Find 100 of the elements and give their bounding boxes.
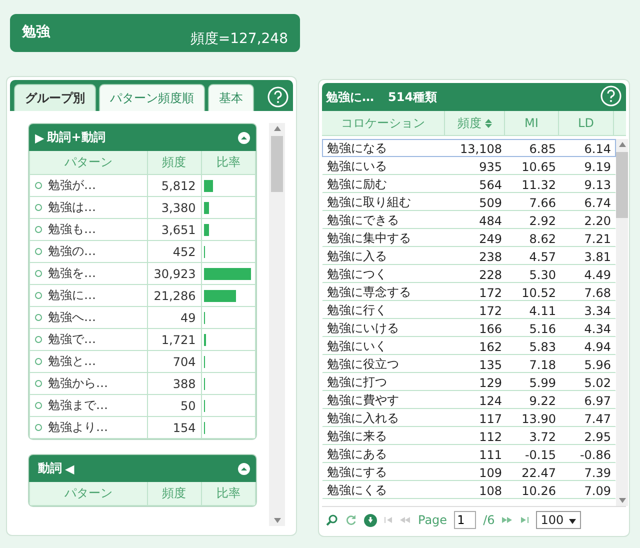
bullet-icon xyxy=(35,292,42,300)
download-icon[interactable] xyxy=(364,514,377,526)
table-row[interactable]: 勉強に集中する 249 8.62 7.21 xyxy=(322,229,616,247)
pattern-cell[interactable]: 勉強へ… xyxy=(30,306,148,328)
scroll-thumb[interactable] xyxy=(616,152,628,218)
number-cell-text: 112 xyxy=(478,430,503,444)
scroll-down-icon[interactable] xyxy=(618,498,626,503)
table-row[interactable]: 勉強に入れる 117 13.90 7.47 xyxy=(322,409,616,427)
number-cell-text: 6.97 xyxy=(583,394,612,408)
collocation-cell-text: 勉強にする xyxy=(326,464,388,481)
tab[interactable]: 基本 xyxy=(208,84,254,111)
pattern-cell[interactable]: 勉強で… xyxy=(30,328,148,350)
collapse-icon[interactable] xyxy=(238,132,250,144)
number-cell-text: 5.83 xyxy=(528,340,557,354)
number-cell-text: 228 xyxy=(478,268,503,282)
number-cell-text: 484 xyxy=(478,214,503,228)
pattern-cell[interactable]: 勉強から… xyxy=(30,372,148,394)
table-row[interactable]: 勉強にくる 108 10.26 7.09 xyxy=(322,481,616,499)
pattern-text[interactable]: 勉強まで… xyxy=(48,398,108,412)
scroll-up-icon[interactable] xyxy=(274,126,280,131)
table-row[interactable]: 勉強になる 13,108 6.85 6.14 xyxy=(322,139,616,157)
pattern-cell[interactable]: 勉強の… xyxy=(30,240,148,262)
table-row[interactable]: 勉強に行く 172 4.11 3.34 xyxy=(322,301,616,319)
collocation-cell-text: 勉強にある xyxy=(326,446,388,463)
pattern-text[interactable]: 勉強は… xyxy=(48,200,96,214)
next-page-icon[interactable] xyxy=(502,516,513,524)
help-icon[interactable] xyxy=(267,86,289,108)
table-row[interactable]: 勉強に打つ 129 5.99 5.02 xyxy=(322,373,616,391)
pattern-cell[interactable]: 勉強が… xyxy=(30,174,148,196)
number-cell-text: 7.66 xyxy=(528,196,557,210)
number-cell-text: -0.86 xyxy=(578,448,612,462)
table-row[interactable]: 勉強に専念する 172 10.52 7.68 xyxy=(322,283,616,301)
number-cell-text: 172 xyxy=(478,304,503,318)
table-row[interactable]: 勉強に励む 564 11.32 9.13 xyxy=(322,175,616,193)
group-header[interactable]: ▶ 助詞+動詞 xyxy=(29,124,256,151)
refresh-icon[interactable] xyxy=(345,514,357,526)
table-row[interactable]: 勉強に入る 238 4.57 3.81 xyxy=(322,247,616,265)
group-title: 動詞 xyxy=(38,460,62,477)
pattern-cell[interactable]: 勉強に… xyxy=(30,284,148,306)
scrollbar[interactable] xyxy=(616,139,628,506)
pattern-cell[interactable]: 勉強と… xyxy=(30,350,148,372)
page-label: Page xyxy=(418,513,448,527)
scroll-down-icon[interactable] xyxy=(274,518,280,523)
frequency-cell: 1,721 xyxy=(147,328,202,350)
table-row[interactable]: 勉強に取り組む 509 7.66 6.74 xyxy=(322,193,616,211)
scroll-up-icon[interactable] xyxy=(618,142,626,147)
number-cell-text: 5.16 xyxy=(528,322,557,336)
collocation-cell-text: 勉強にくる xyxy=(326,482,388,499)
table-row[interactable]: 勉強につく 228 5.30 4.49 xyxy=(322,265,616,283)
expand-marker: ◀ xyxy=(65,462,74,476)
table-row[interactable]: 勉強にいく 162 5.83 4.94 xyxy=(322,337,616,355)
scrollbar[interactable] xyxy=(269,123,285,526)
pattern-cell[interactable]: 勉強は… xyxy=(30,196,148,218)
collocation-cell-text: 勉強にいける xyxy=(326,320,400,337)
pattern-text[interactable]: 勉強へ… xyxy=(48,310,96,324)
number-cell-text: 7.09 xyxy=(583,484,612,498)
search-icon[interactable] xyxy=(326,514,338,526)
pattern-text[interactable]: 勉強の… xyxy=(48,244,96,258)
tab[interactable]: グループ別 xyxy=(14,84,96,111)
previous-page-icon[interactable] xyxy=(400,516,411,524)
number-cell-text: 7.47 xyxy=(583,412,612,426)
table-row[interactable]: 勉強にいける 166 5.16 4.34 xyxy=(322,319,616,337)
pattern-text[interactable]: 勉強と… xyxy=(48,354,96,368)
table-row[interactable]: 勉強に役立つ 135 7.18 5.96 xyxy=(322,355,616,373)
page-size-select[interactable]: 100 xyxy=(536,511,581,529)
number-cell-text: 22.47 xyxy=(520,466,557,480)
group-header[interactable]: 動詞 ◀ xyxy=(29,455,256,482)
table-row[interactable]: 勉強に来る 112 3.72 2.95 xyxy=(322,427,616,445)
frequency-cell: 452 xyxy=(147,240,202,262)
number-cell-text: 249 xyxy=(478,232,503,246)
first-page-icon[interactable] xyxy=(384,516,393,524)
tab[interactable]: パターン頻度順 xyxy=(99,84,205,111)
bullet-icon xyxy=(35,336,42,344)
pattern-text[interactable]: 勉強を… xyxy=(48,266,96,280)
scroll-thumb[interactable] xyxy=(271,136,283,192)
number-cell-text: 108 xyxy=(478,484,503,498)
pattern-cell[interactable]: 勉強も… xyxy=(30,218,148,240)
help-icon[interactable] xyxy=(600,84,622,106)
pattern-text[interactable]: 勉強より… xyxy=(48,420,108,434)
last-page-icon[interactable] xyxy=(520,516,529,524)
bullet-icon xyxy=(35,424,42,432)
number-cell-text: 9.22 xyxy=(528,394,557,408)
pattern-cell[interactable]: 勉強を… xyxy=(30,262,148,284)
pattern-text[interactable]: 勉強で… xyxy=(48,332,96,346)
table-row[interactable]: 勉強にする 109 22.47 7.39 xyxy=(322,463,616,481)
pattern-text[interactable]: 勉強が… xyxy=(48,178,96,192)
pattern-text[interactable]: 勉強に… xyxy=(48,288,96,302)
pattern-text[interactable]: 勉強から… xyxy=(48,376,108,390)
pattern-cell[interactable]: 勉強まで… xyxy=(30,394,148,416)
page-input[interactable]: 1 xyxy=(454,511,476,529)
table-row[interactable]: 勉強にある 111 -0.15 -0.86 xyxy=(322,445,616,463)
bullet-icon xyxy=(35,270,42,278)
pattern-cell[interactable]: 勉強より… xyxy=(30,416,148,438)
number-cell-text: 5.30 xyxy=(528,268,557,282)
collapse-icon[interactable] xyxy=(238,462,250,474)
table-row[interactable]: 勉強にいる 935 10.65 9.19 xyxy=(322,157,616,175)
pattern-text[interactable]: 勉強も… xyxy=(48,222,96,236)
table-row[interactable]: 勉強に費やす 124 9.22 6.97 xyxy=(322,391,616,409)
table-row[interactable]: 勉強にできる 484 2.92 2.20 xyxy=(322,211,616,229)
type-count: 514種類 xyxy=(388,88,438,106)
